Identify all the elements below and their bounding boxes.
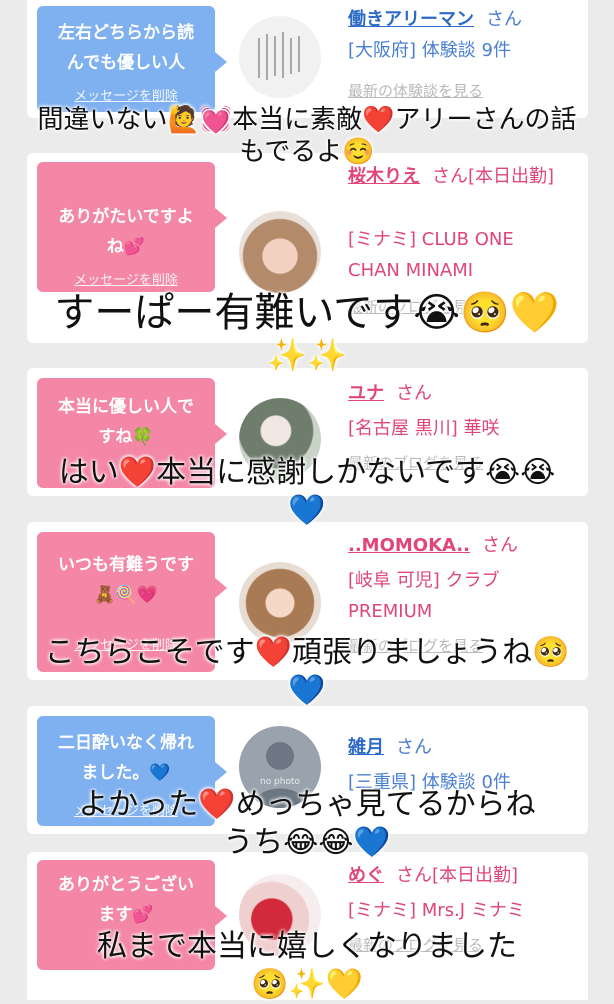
user-meta: [名古屋 黒川] 華咲 [348,418,500,439]
user-meta-line2: CHAN MINAMI [348,260,474,281]
bubble-text-line2: 🧸🍭💗 [94,585,158,605]
san-label: さん [396,383,432,404]
delete-message-link[interactable]: メッセージを削除 [37,273,215,289]
user-name-link[interactable]: 雑月 [348,737,384,758]
caption-line1: こちらこそです❤️頑張りましょうね🥺 [44,635,570,670]
handwritten-note-avatar-icon[interactable] [239,16,321,98]
caption-line1: よかった❤️めっちゃ見てるからね [78,787,536,822]
overlay-caption: こちらこそです❤️頑張りましょうね🥺 💙 [0,634,614,710]
user-name-link[interactable]: ユナ [348,383,384,404]
message-bubble: 左右どちらから読 んでも優しい人 メッセージを削除 [37,6,227,112]
caption-line2: 💙 [288,673,326,708]
user-name-link[interactable]: めぐ [348,865,384,886]
user-meta: [岐阜 可児] クラブ [348,570,500,591]
delete-message-link[interactable]: メッセージを削除 [37,89,215,105]
caption-line2: 🥺✨💛 [250,967,364,1002]
san-label: さん[本日出勤] [396,865,519,886]
bubble-text-line2: ます💕 [98,905,154,925]
bubble-text-line1: 本当に優しい人で [58,397,194,417]
bubble-text-line2: ね💕 [106,237,146,257]
overlay-caption: すーぱー有難いです😭🥺💛 ✨✨ [0,290,614,374]
caption-line1: 私まで本当に嬉しくなりました [97,929,517,964]
caption-line1: すーぱー有難いです😭🥺💛 [54,290,560,336]
user-meta: [大阪府] 体験談 9件 [348,40,511,61]
woman-photo-avatar-icon[interactable] [239,211,321,293]
user-meta-line2: PREMIUM [348,601,433,622]
bubble-text-line1: いつも有難うです [58,555,194,575]
caption-line2: うち😂😂💙 [223,825,391,860]
user-meta: [ミナミ] CLUB ONE [348,229,514,250]
user-meta: [ミナミ] Mrs.J ミナミ [348,900,525,921]
user-name-link[interactable]: 桜木りえ [348,166,420,187]
caption-line1: はい❤️本当に感謝しかないです😭😭 [58,455,556,490]
user-name-link[interactable]: 働きアリーマン [348,9,474,30]
caption-line2: 💙 [288,493,326,528]
message-card: 左右どちらから読 んでも優しい人 メッセージを削除 働きアリーマン さん [大阪府… [27,0,588,118]
san-label: さん [396,737,432,758]
overlay-caption: 間違いない🙋💓本当に素敵❤️アリーさんの話 もでるよ☺️ [0,104,614,168]
overlay-caption: はい❤️本当に感謝しかないです😭😭 💙 [0,454,614,530]
caption-line1: 間違いない🙋💓本当に素敵❤️アリーさんの話 [37,105,577,135]
bubble-text-line1: 左右どちらから読 [58,23,194,43]
bubble-text-line2: すね🍀 [98,427,154,447]
san-label: さん [486,9,522,30]
user-info: 働きアリーマン さん [大阪府] 体験談 9件 最新の体験談を見る [348,4,578,107]
overlay-caption: 私まで本当に嬉しくなりました 🥺✨💛 [0,928,614,1004]
bubble-text-line1: 二日酔いなく帰れ [58,733,194,753]
caption-line2: ✨✨ [267,336,347,374]
user-name-link[interactable]: ..MOMOKA.. [348,535,470,556]
san-label: さん [482,535,518,556]
bubble-text-line1: ありがたいですよ [58,207,194,227]
bubble-text-line2: ました。💙 [81,763,171,783]
woman-photo-avatar-icon[interactable] [239,562,321,644]
message-bubble: ありがたいですよ ね💕 メッセージを削除 [37,162,227,292]
latest-link[interactable]: 最新の体験談を見る [348,76,578,107]
caption-line2: もでるよ☺️ [239,137,375,167]
bubble-text-line1: ありがとうござい [58,875,194,895]
bubble-text-line2: んでも優しい人 [66,53,186,73]
san-label: さん[本日出勤] [432,166,555,187]
overlay-caption: よかった❤️めっちゃ見てるからね うち😂😂💙 [0,786,614,862]
